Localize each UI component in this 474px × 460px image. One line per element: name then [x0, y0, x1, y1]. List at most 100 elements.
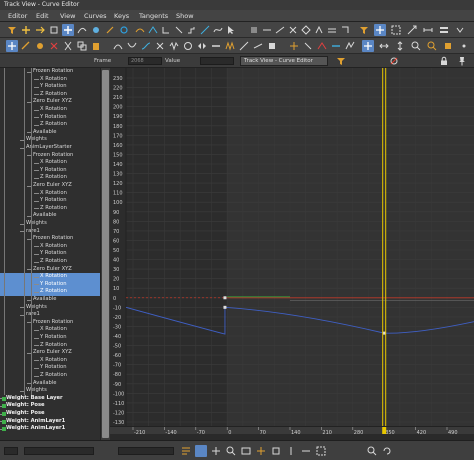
search-icon[interactable] [366, 445, 378, 457]
linear-out-icon[interactable] [252, 40, 264, 52]
tree-item[interactable]: Z Rotation [0, 174, 100, 182]
lock-icon[interactable] [438, 55, 450, 67]
key-stats-icon[interactable] [180, 445, 192, 457]
scale-view-icon[interactable] [406, 24, 418, 36]
out-of-range-icon[interactable] [168, 40, 180, 52]
tree-item[interactable]: X Rotation [0, 159, 100, 167]
status-field-b[interactable] [24, 447, 94, 455]
unify-tangents-icon[interactable] [330, 40, 342, 52]
tangent-spline-icon[interactable] [147, 24, 159, 36]
tree-item[interactable]: X Rotation [0, 326, 100, 334]
zoom-region-icon[interactable] [426, 40, 438, 52]
cycle-icon[interactable] [224, 40, 236, 52]
frame-horizontal-icon[interactable] [378, 40, 390, 52]
tree-item[interactable]: Zero Euler XYZ [0, 182, 100, 190]
key-icon-g[interactable] [326, 24, 338, 36]
tree-item[interactable]: Y Rotation [0, 114, 100, 122]
snap-icon[interactable] [456, 55, 468, 67]
menu-editor[interactable]: Editor [8, 10, 27, 22]
status-field-c[interactable] [118, 447, 174, 455]
tree-item[interactable]: X Rotation [0, 190, 100, 198]
key-icon-d[interactable] [287, 24, 299, 36]
tangent-slow-icon[interactable] [173, 24, 185, 36]
tree-item[interactable]: Weight: AnimLayer1 [0, 418, 100, 426]
tree-item[interactable]: Y Rotation [0, 250, 100, 258]
key-icon-h[interactable] [339, 24, 351, 36]
key-icon-b[interactable] [261, 24, 273, 36]
tree-item[interactable]: Frozen Rotation [0, 152, 100, 160]
slide-keys-icon[interactable] [34, 24, 46, 36]
tree-item[interactable]: Weight: Pose [0, 402, 100, 410]
reduce-keys-icon[interactable] [118, 24, 130, 36]
constant-icon[interactable] [210, 40, 222, 52]
tree-item[interactable]: Zero Euler XYZ [0, 266, 100, 274]
cut-key-icon[interactable] [62, 40, 74, 52]
stretch-icon[interactable] [422, 24, 434, 36]
key-icon-f[interactable] [313, 24, 325, 36]
tangent-linear-icon[interactable] [199, 24, 211, 36]
insert-key-icon[interactable] [34, 40, 46, 52]
relative-icon[interactable] [238, 40, 250, 52]
lock-tangents-icon[interactable] [302, 40, 314, 52]
tree-item[interactable]: Z Rotation [0, 91, 100, 99]
tree-item[interactable]: Z Rotation [0, 288, 100, 296]
zoom-nav-icon[interactable] [225, 445, 237, 457]
move-view-icon[interactable] [374, 24, 386, 36]
tree-item[interactable]: Frozen Rotation [0, 235, 100, 243]
zoom-value-icon[interactable] [285, 445, 297, 457]
tree-item[interactable]: X Rotation [0, 106, 100, 114]
paste-key-icon[interactable] [90, 40, 102, 52]
pan-icon[interactable] [362, 40, 374, 52]
region-icon[interactable] [390, 24, 402, 36]
tree-item[interactable]: Y Rotation [0, 334, 100, 342]
cursor-icon[interactable] [225, 24, 237, 36]
tree-item[interactable]: Frozen Rotation [0, 68, 100, 76]
isolate-icon[interactable] [442, 40, 454, 52]
tree-item[interactable]: Available [0, 129, 100, 137]
region-zoom-icon[interactable] [315, 445, 327, 457]
delete-key-icon[interactable] [48, 40, 60, 52]
copy-key-icon[interactable] [76, 40, 88, 52]
tree-scrollbar[interactable] [100, 68, 110, 440]
show-tangent-icon[interactable] [288, 40, 300, 52]
zoom-icon[interactable] [410, 40, 422, 52]
sync-icon[interactable] [381, 445, 393, 457]
tree-item[interactable]: Y Rotation [0, 364, 100, 372]
tree-item[interactable]: Weight: AnimLayer1 [0, 425, 100, 433]
pingpong-icon[interactable] [196, 40, 208, 52]
tree-item[interactable]: Z Rotation [0, 372, 100, 380]
tree-item[interactable]: Y Rotation [0, 83, 100, 91]
ease-icon[interactable] [140, 40, 152, 52]
filter-icon[interactable] [335, 55, 347, 67]
tree-item[interactable]: Z Rotation [0, 258, 100, 266]
move-keys-icon[interactable] [20, 24, 32, 36]
menu-curves[interactable]: Curves [84, 10, 107, 22]
tangent-step-icon[interactable] [186, 24, 198, 36]
time-ruler[interactable]: -210 -140 -70 0 70 140 210 280 350 420 490 [110, 426, 474, 435]
track-name-field[interactable]: Track View - Curve Editor [240, 56, 328, 66]
menu-edit[interactable]: Edit [36, 10, 49, 22]
tree-item[interactable]: Weights [0, 220, 100, 228]
frame-value-icon[interactable] [394, 40, 406, 52]
expand-icon[interactable] [454, 24, 466, 36]
frame-nav-icon[interactable] [240, 445, 252, 457]
identity-icon[interactable] [266, 40, 278, 52]
zoom-extents-icon[interactable] [270, 445, 282, 457]
tree-item[interactable]: Weight: Pose [0, 410, 100, 418]
tree-item[interactable]: Y Rotation [0, 280, 100, 289]
tree-item[interactable]: AnimLayerStarter [0, 144, 100, 152]
tangent-fast-icon[interactable] [160, 24, 172, 36]
tree-item[interactable]: Available [0, 212, 100, 220]
filter-keys-icon[interactable] [358, 24, 370, 36]
controller-tree[interactable]: Frozen Rotation X Rotation Y Rotation Z Rot… [0, 68, 100, 440]
tree-item[interactable]: Zero Euler XYZ [0, 98, 100, 106]
curve-graph[interactable]: 230 220 210 200 190 180 170 160 150 140 130 120 110 1… [110, 68, 474, 430]
tree-item[interactable]: Weight: Base Layer [0, 395, 100, 403]
normalize-icon[interactable] [344, 40, 356, 52]
tree-item[interactable]: Available [0, 380, 100, 388]
menu-keys[interactable]: Keys [114, 10, 129, 22]
tangent-auto-icon[interactable] [134, 24, 146, 36]
move-keys-active-icon[interactable] [62, 24, 74, 36]
multiplier-icon[interactable] [154, 40, 166, 52]
tree-item[interactable]: X Rotation [0, 243, 100, 251]
